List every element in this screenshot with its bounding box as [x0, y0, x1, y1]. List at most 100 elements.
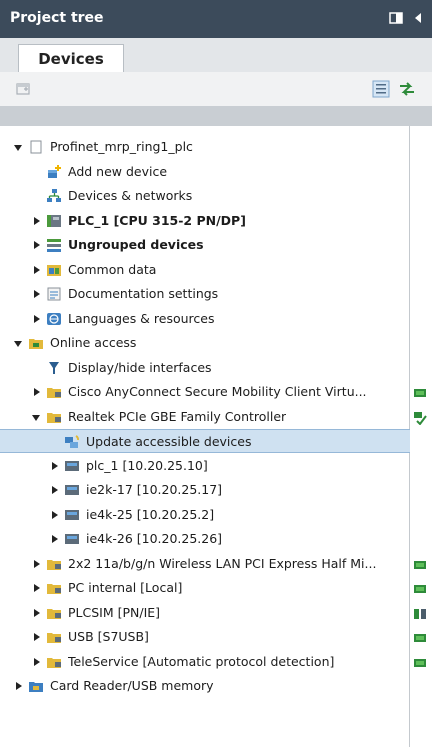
filter-icon	[46, 360, 62, 376]
tree-item-ie2k-17[interactable]: ie2k-17 [10.20.25.17]	[0, 478, 410, 502]
collapse-panel-icon[interactable]	[410, 10, 426, 26]
tree-item-realtek[interactable]: Realtek PCIe GBE Family Controller	[0, 405, 427, 429]
tree-item-plc1[interactable]: PLC_1 [CPU 315-2 PN/DP]	[0, 209, 410, 233]
tree-item-online-access[interactable]: Online access	[0, 331, 410, 355]
sync-arrows-icon[interactable]	[398, 80, 416, 98]
panel-title: Project tree	[10, 10, 104, 26]
tree-item-label: ie2k-17 [10.20.25.17]	[86, 482, 223, 497]
collapsed-arrow-icon[interactable]	[32, 380, 42, 404]
overview-icon[interactable]	[372, 80, 390, 98]
tree-item-label: Languages & resources	[68, 310, 215, 326]
update-devices-icon	[64, 434, 80, 450]
tree-item-card-reader[interactable]: Card Reader/USB memory	[0, 674, 410, 698]
collapsed-arrow-icon[interactable]	[32, 650, 42, 674]
tree-item-wireless[interactable]: 2x2 11a/b/g/n Wireless LAN PCI Express H…	[0, 552, 426, 576]
tree-item-usb[interactable]: USB [S7USB]	[0, 625, 426, 649]
collapsed-arrow-icon[interactable]	[32, 576, 42, 600]
online-access-icon	[28, 335, 44, 351]
connection-status-icon	[413, 410, 427, 426]
tree-item-ungrouped[interactable]: Ungrouped devices	[0, 233, 410, 257]
network-adapter-icon	[46, 654, 62, 670]
add-device-icon	[46, 164, 62, 180]
collapsed-arrow-icon[interactable]	[32, 601, 42, 625]
network-adapter-icon	[46, 409, 62, 425]
tree-item-pc-internal[interactable]: PC internal [Local]	[0, 576, 426, 600]
tree-item-label: Card Reader/USB memory	[50, 678, 214, 693]
tree-toolbar	[0, 72, 432, 107]
tree-item-label: ie4k-25 [10.20.25.2]	[86, 506, 215, 522]
tree-item-languages[interactable]: Languages & resources	[0, 307, 410, 331]
tree-item-ie4k-26[interactable]: ie4k-26 [10.20.25.26]	[0, 527, 410, 551]
collapsed-arrow-icon[interactable]	[32, 552, 42, 576]
tree-item-label: PC internal [Local]	[68, 580, 183, 595]
expanded-arrow-icon[interactable]	[14, 331, 24, 355]
tree-item-label: Realtek PCIe GBE Family Controller	[68, 408, 287, 424]
plc-icon	[46, 213, 62, 229]
tree-item-label: Cisco AnyConnect Secure Mobility Client …	[68, 384, 367, 399]
collapsed-arrow-icon[interactable]	[32, 233, 42, 257]
tree-item-label: Update accessible devices	[86, 434, 252, 449]
tree-item-plcsim[interactable]: PLCSIM [PN/IE]	[0, 601, 426, 625]
device-icon	[64, 531, 80, 547]
tree-item-label: Add new device	[68, 163, 168, 179]
project-tree-panel: Project tree Devices Profinet_mrp_ring1_…	[0, 0, 432, 747]
tree-item-project[interactable]: Profinet_mrp_ring1_plc	[0, 135, 410, 159]
card-reader-icon	[28, 678, 44, 694]
tree-item-label: plc_1 [10.20.25.10]	[86, 457, 208, 473]
collapsed-arrow-icon[interactable]	[32, 258, 42, 282]
collapsed-arrow-icon[interactable]	[32, 209, 42, 233]
device-icon	[64, 458, 80, 474]
tree-item-label: Common data	[68, 261, 157, 277]
network-adapter-icon	[46, 384, 62, 400]
tree-item-update-accessible[interactable]: Update accessible devices	[0, 429, 410, 453]
tab-devices[interactable]: Devices	[18, 44, 124, 73]
tree-item-label: PLC_1 [CPU 315-2 PN/DP]	[68, 212, 246, 228]
network-adapter-icon	[46, 580, 62, 596]
project-icon	[28, 139, 44, 155]
collapsed-arrow-icon[interactable]	[50, 527, 60, 551]
expanded-arrow-icon[interactable]	[32, 405, 42, 429]
tree-item-label: Devices & networks	[68, 188, 193, 203]
panel-title-bar: Project tree	[0, 0, 432, 38]
tree-item-doc-settings[interactable]: Documentation settings	[0, 282, 410, 306]
tree-item-label: 2x2 11a/b/g/n Wireless LAN PCI Express H…	[68, 555, 377, 571]
tree-item-devices-networks[interactable]: Devices & networks	[0, 184, 410, 208]
tree-item-common-data[interactable]: Common data	[0, 258, 410, 282]
tree-item-display-hide[interactable]: Display/hide interfaces	[0, 356, 410, 380]
tree-item-plc-1-ip[interactable]: plc_1 [10.20.25.10]	[0, 454, 410, 478]
network-adapter-icon	[46, 556, 62, 572]
ungrouped-icon	[46, 237, 62, 253]
collapsed-arrow-icon[interactable]	[50, 454, 60, 478]
languages-icon	[46, 311, 62, 327]
tree-item-label: PLCSIM [PN/IE]	[68, 604, 161, 620]
connection-status-icon	[413, 557, 427, 571]
split-view-icon[interactable]	[388, 10, 404, 26]
tree-item-label: Online access	[50, 335, 137, 350]
new-window-icon[interactable]	[14, 80, 32, 98]
connection-status-icon	[413, 606, 427, 620]
tree-item-ie4k-25[interactable]: ie4k-25 [10.20.25.2]	[0, 503, 410, 527]
collapsed-arrow-icon[interactable]	[14, 674, 24, 698]
network-adapter-icon	[46, 605, 62, 621]
connection-status-icon	[413, 385, 427, 399]
connection-status-icon	[413, 581, 427, 595]
tree-item-label: Ungrouped devices	[68, 237, 204, 252]
collapsed-arrow-icon[interactable]	[32, 307, 42, 331]
collapsed-arrow-icon[interactable]	[32, 282, 42, 306]
connection-status-icon	[413, 630, 427, 644]
tab-devices-label: Devices	[38, 50, 104, 68]
tree-header-band	[0, 106, 432, 126]
expanded-arrow-icon[interactable]	[14, 135, 24, 159]
tree-item-cisco[interactable]: Cisco AnyConnect Secure Mobility Client …	[0, 380, 426, 404]
tree-item-label: Documentation settings	[68, 286, 219, 301]
tree-item-teleservice[interactable]: TeleService [Automatic protocol detectio…	[0, 650, 426, 674]
device-icon	[64, 482, 80, 498]
tree-item-label: TeleService [Automatic protocol detectio…	[68, 653, 335, 669]
tree-item-label: ie4k-26 [10.20.25.26]	[86, 531, 223, 546]
collapsed-arrow-icon[interactable]	[32, 625, 42, 649]
network-adapter-icon	[46, 629, 62, 645]
collapsed-arrow-icon[interactable]	[50, 503, 60, 527]
collapsed-arrow-icon[interactable]	[50, 478, 60, 502]
tree-item-add-new-device[interactable]: Add new device	[0, 160, 410, 184]
tree-item-label: Display/hide interfaces	[68, 359, 212, 375]
